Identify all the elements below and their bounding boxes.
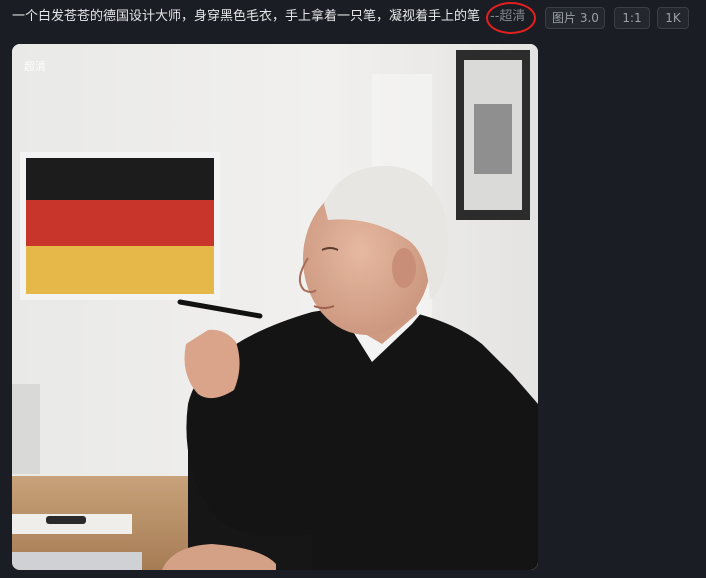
- resolution-chip[interactable]: 1K: [657, 7, 689, 29]
- prompt-bar: 一个白发苍苍的德国设计大师，身穿黑色毛衣，手上拿着一只笔，凝视着手上的笔 --超…: [0, 0, 706, 36]
- flag-black-stripe: [26, 158, 214, 200]
- model-chip[interactable]: 图片 3.0: [545, 7, 605, 29]
- watermark-label: 超清: [24, 60, 46, 73]
- prompt-text: 一个白发苍苍的德国设计大师，身穿黑色毛衣，手上拿着一只笔，凝视着手上的笔: [12, 9, 481, 24]
- quality-suffix: --超清: [490, 9, 526, 24]
- flag-gold-stripe: [26, 246, 214, 294]
- portrait-illustration: [12, 44, 538, 570]
- ratio-chip[interactable]: 1:1: [614, 7, 650, 29]
- flag-red-stripe: [26, 200, 214, 246]
- generated-image[interactable]: 超清: [12, 44, 538, 570]
